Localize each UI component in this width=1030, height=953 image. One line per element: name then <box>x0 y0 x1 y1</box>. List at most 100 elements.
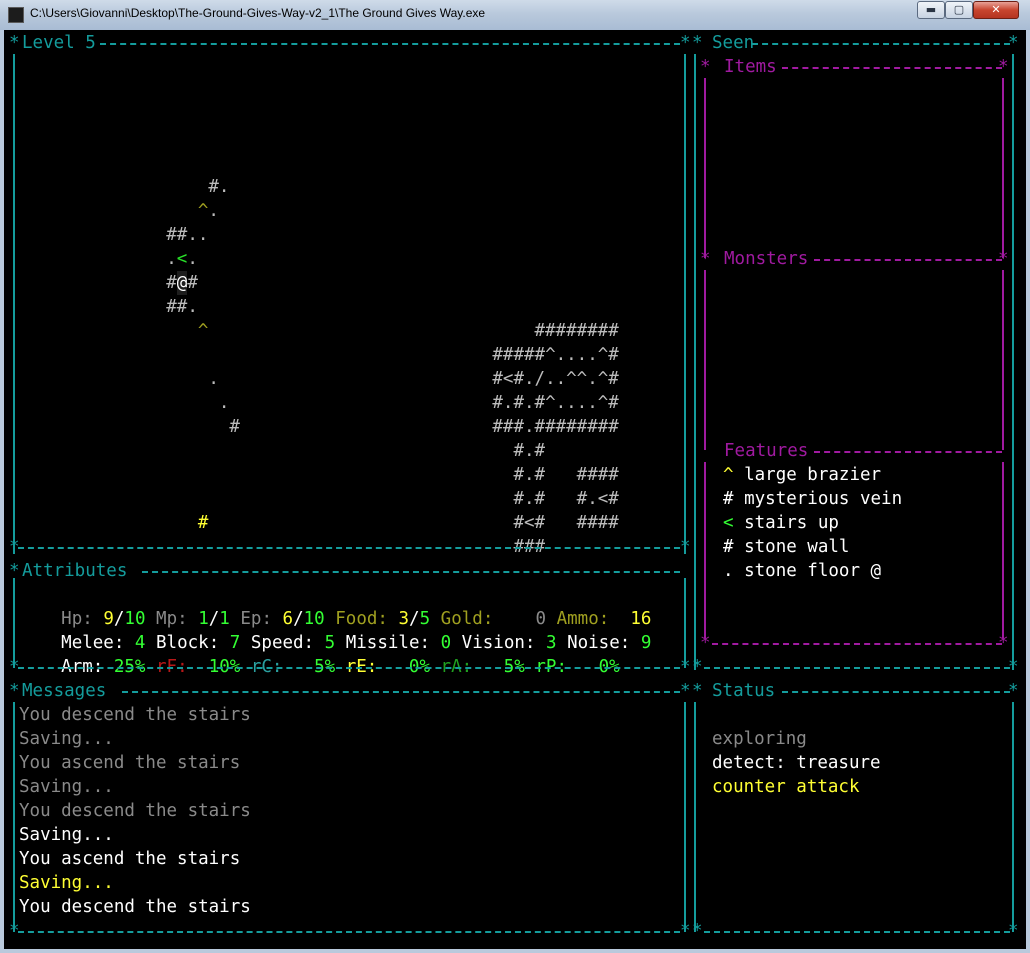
status-panel-title: Status <box>712 681 776 701</box>
attributes-row-3: Arm: 25% rF: 10% rC: 5% rE: 0% rA: 5% rP… <box>19 631 620 677</box>
map-tile: #.#.#^....^# <box>492 393 619 413</box>
map-tile: #. <box>208 177 230 197</box>
border-line <box>814 451 1002 453</box>
border-corner: * <box>692 921 703 941</box>
border-line <box>694 54 696 670</box>
map-tile: #<# #### <box>513 513 619 533</box>
feature-glyph: # <box>723 489 734 509</box>
attributes-row-1: Hp: 9/10 Mp: 1/1 Ep: 6/10 Food: 3/5 Gold… <box>61 609 652 629</box>
map-tile: #.# #### <box>513 465 619 485</box>
map-tile: ##.. <box>166 225 209 245</box>
message-line: Saving... <box>19 777 114 797</box>
map-tile: #####^....^# <box>492 345 619 365</box>
feature-item: # stone wall <box>723 535 849 559</box>
items-section-title: Items <box>724 57 777 77</box>
border-line <box>684 702 686 932</box>
map-tile: . <box>187 249 198 269</box>
player-glyph: @ <box>176 271 188 295</box>
border-corner: * <box>9 681 20 701</box>
border-corner: * <box>9 33 20 53</box>
border-corner: * <box>700 633 711 653</box>
attributes-panel-title: Attributes <box>22 561 128 581</box>
feature-name: stairs up <box>733 513 839 533</box>
border-corner: * <box>9 537 20 557</box>
map-tile: # <box>166 273 177 293</box>
border-line <box>704 931 1010 933</box>
map-tile: ##. <box>166 297 198 317</box>
maximize-button[interactable]: ▢ <box>945 1 973 19</box>
status-line: exploring <box>712 729 807 749</box>
map-tile: ###.######## <box>492 417 619 437</box>
map-tile: # <box>187 273 198 293</box>
border-line <box>1002 78 1004 258</box>
border-corner: * <box>680 537 691 557</box>
map-tile: # <box>229 417 240 437</box>
map-tile: . <box>208 369 219 389</box>
border-line <box>704 270 706 450</box>
border-corner: * <box>9 657 20 677</box>
map-tile: . <box>166 249 177 269</box>
border-line <box>1002 462 1004 638</box>
map-tile: # <box>197 513 209 533</box>
border-corner: * <box>9 561 20 581</box>
message-line: Saving... <box>19 873 114 893</box>
border-line <box>704 667 1010 669</box>
border-corner: * <box>692 681 703 701</box>
border-corner: * <box>680 921 691 941</box>
border-line <box>704 78 706 258</box>
map-tile: ^ <box>197 201 209 221</box>
border-line <box>122 691 680 693</box>
monsters-section-title: Monsters <box>724 249 809 269</box>
map-tile: ######## <box>534 321 619 341</box>
border-corner: * <box>680 33 691 53</box>
border-corner: * <box>692 657 703 677</box>
border-line <box>684 54 686 554</box>
message-line: You descend the stairs <box>19 801 251 821</box>
border-line <box>782 691 1010 693</box>
feature-item: # mysterious vein <box>723 487 902 511</box>
feature-item: ^ large brazier <box>723 463 881 487</box>
feature-glyph: . <box>723 561 734 581</box>
border-corner: * <box>700 57 711 77</box>
map-tile: ^ <box>197 321 209 341</box>
border-line <box>13 54 15 554</box>
feature-item: . stone floor @ <box>723 559 881 583</box>
window-title: C:\Users\Giovanni\Desktop\The-Ground-Giv… <box>30 6 486 20</box>
map-tile: . <box>218 393 230 413</box>
border-corner: * <box>700 249 711 269</box>
border-line <box>18 667 680 669</box>
message-line: You descend the stairs <box>19 897 251 917</box>
game-console: Level 5 Seen Items Monsters Features Att… <box>8 30 1022 946</box>
feature-name: stone wall <box>733 537 850 557</box>
message-line: You ascend the stairs <box>19 849 241 869</box>
minimize-button[interactable]: ▬ <box>917 1 945 19</box>
border-corner: * <box>1008 921 1019 941</box>
border-line <box>704 462 706 638</box>
feature-item: < stairs up <box>723 511 839 535</box>
border-corner: * <box>680 681 691 701</box>
message-line: You descend the stairs <box>19 705 251 725</box>
map-tile: #.# <box>513 441 546 461</box>
status-line: detect: treasure <box>712 753 881 773</box>
border-line <box>18 547 680 549</box>
window-titlebar[interactable]: C:\Users\Giovanni\Desktop\The-Ground-Giv… <box>0 0 1030 31</box>
feature-name: large brazier <box>733 465 882 485</box>
border-line <box>814 259 1002 261</box>
border-corner: * <box>1008 33 1019 53</box>
border-corner: * <box>680 657 691 677</box>
border-line <box>712 643 1002 645</box>
feature-name: mysterious vein <box>733 489 903 509</box>
noise-value: 9 <box>640 633 652 653</box>
border-line <box>694 702 696 932</box>
app-icon <box>8 7 24 23</box>
border-corner: * <box>998 633 1009 653</box>
close-button[interactable]: ✕ <box>973 1 1019 19</box>
border-line <box>1012 54 1014 670</box>
border-corner: * <box>998 57 1009 77</box>
feature-glyph: # <box>723 537 734 557</box>
map-panel-title: Level 5 <box>22 33 96 53</box>
border-corner: * <box>692 33 703 53</box>
map-tile: #.# #.<# <box>513 489 619 509</box>
feature-glyph: < <box>723 513 734 533</box>
border-corner: * <box>1008 681 1019 701</box>
